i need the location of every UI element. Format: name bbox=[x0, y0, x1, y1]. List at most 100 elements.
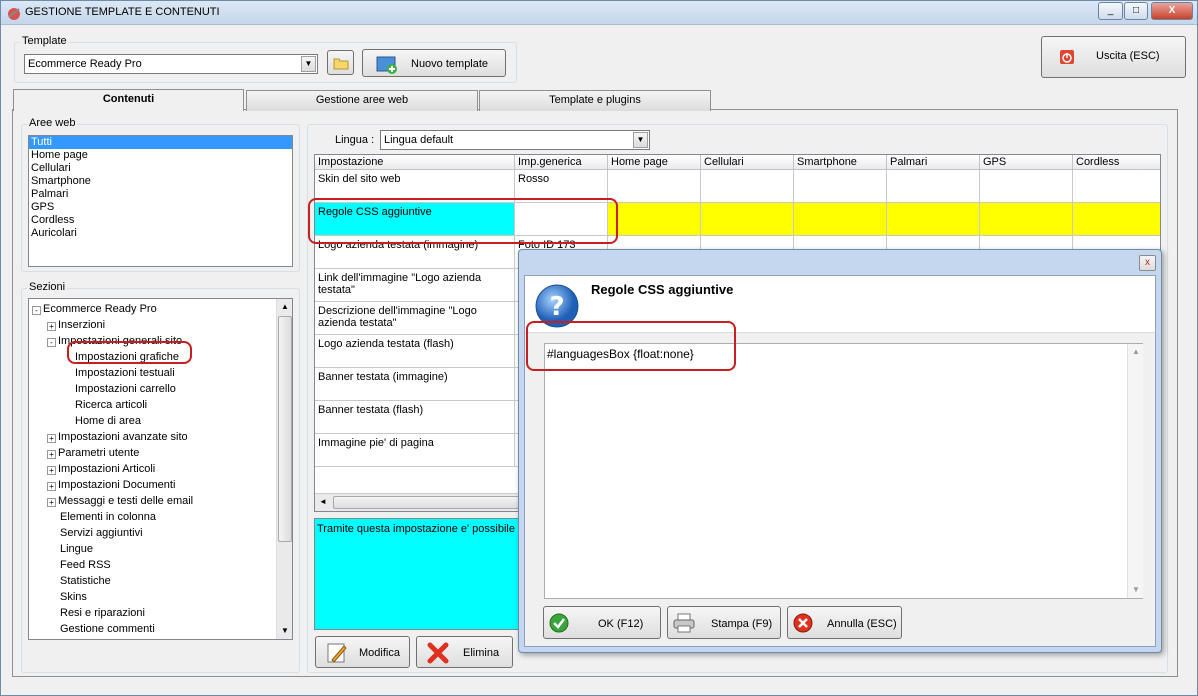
chevron-down-icon: ▼ bbox=[633, 132, 648, 148]
tree-item[interactable]: Impostazioni carrello bbox=[62, 382, 176, 396]
tree-item[interactable]: + Impostazioni Documenti bbox=[47, 478, 175, 492]
tree-item[interactable]: Feed RSS bbox=[47, 558, 111, 572]
grid-column-header[interactable]: Palmari bbox=[887, 155, 980, 170]
delete-x-icon bbox=[427, 642, 449, 664]
tree-item-label: Skins bbox=[60, 591, 87, 603]
tree-item[interactable]: Home di area bbox=[62, 414, 141, 428]
collapse-icon[interactable]: - bbox=[47, 338, 56, 347]
tree-item[interactable]: Gestione commenti bbox=[47, 622, 155, 636]
expand-icon[interactable]: + bbox=[47, 466, 56, 475]
exit-label: Uscita (ESC) bbox=[1096, 50, 1160, 62]
tree-item[interactable]: Impostazioni testuali bbox=[62, 366, 175, 380]
grid-setting-name[interactable]: Banner testata (flash) bbox=[315, 401, 515, 434]
scroll-down-icon: ▼ bbox=[1132, 585, 1140, 594]
aree-web-item[interactable]: Smartphone bbox=[29, 175, 292, 188]
tree-item[interactable]: Resi e riparazioni bbox=[47, 606, 145, 620]
expand-icon[interactable]: + bbox=[47, 434, 56, 443]
aree-web-item[interactable]: Tutti bbox=[29, 136, 292, 149]
grid-area-value[interactable] bbox=[701, 170, 794, 203]
tree-item-label: Impostazioni testuali bbox=[75, 367, 175, 379]
grid-area-value[interactable] bbox=[794, 203, 887, 236]
printer-icon bbox=[673, 613, 695, 633]
grid-area-value[interactable] bbox=[887, 203, 980, 236]
app-icon bbox=[8, 8, 20, 20]
grid-area-value[interactable] bbox=[980, 170, 1073, 203]
grid-area-value[interactable] bbox=[1073, 203, 1160, 236]
grid-column-header[interactable]: Cellulari bbox=[701, 155, 794, 170]
tab-contenuti[interactable]: Contenuti bbox=[13, 89, 244, 111]
expand-icon[interactable]: + bbox=[47, 482, 56, 491]
template-select-value: Ecommerce Ready Pro bbox=[28, 58, 142, 70]
tree-item[interactable]: Elementi in colonna bbox=[47, 510, 156, 524]
tree-item[interactable]: - Ecommerce Ready Pro bbox=[32, 302, 157, 316]
grid-setting-name[interactable]: Banner testata (immagine) bbox=[315, 368, 515, 401]
tab-gestione-aree-web[interactable]: Gestione aree web bbox=[246, 90, 478, 111]
grid-setting-name[interactable]: Immagine pie' di pagina bbox=[315, 434, 515, 467]
grid-area-value[interactable] bbox=[794, 170, 887, 203]
aree-web-item[interactable]: Home page bbox=[29, 149, 292, 162]
tree-item[interactable]: + Impostazioni avanzate sito bbox=[47, 430, 188, 444]
textarea-scrollbar[interactable]: ▲ ▼ bbox=[1127, 344, 1143, 598]
open-folder-button[interactable] bbox=[327, 50, 354, 75]
tree-item-label: Inserzioni bbox=[58, 319, 106, 331]
tree-item[interactable]: + Inserzioni bbox=[47, 318, 105, 332]
grid-setting-name[interactable]: Link dell'immagine "Logo azienda testata… bbox=[315, 269, 515, 302]
edit-icon bbox=[327, 643, 347, 663]
css-rules-textarea[interactable]: #languagesBox {float:none} ▲ ▼ bbox=[544, 343, 1143, 599]
scroll-left-icon: ◄ bbox=[319, 497, 327, 506]
lingua-select[interactable]: Lingua default ▼ bbox=[380, 130, 650, 150]
collapse-icon[interactable]: - bbox=[32, 306, 41, 315]
annulla-button[interactable]: Annulla (ESC) bbox=[787, 606, 902, 639]
close-button[interactable]: X bbox=[1151, 2, 1193, 20]
stampa-label: Stampa (F9) bbox=[711, 618, 773, 630]
aree-web-item[interactable]: Auricolari bbox=[29, 227, 292, 240]
folder-icon bbox=[333, 58, 349, 70]
grid-column-header[interactable]: Smartphone bbox=[794, 155, 887, 170]
template-select[interactable]: Ecommerce Ready Pro ▼ bbox=[24, 54, 318, 74]
check-icon bbox=[549, 613, 569, 633]
tree-item[interactable]: + Messaggi e testi delle email bbox=[47, 494, 193, 508]
tree-item[interactable]: + Impostazioni Articoli bbox=[47, 462, 155, 476]
tree-scrollbar[interactable]: ▲ ▼ bbox=[276, 299, 292, 639]
tree-scroll-thumb[interactable] bbox=[278, 316, 292, 542]
minimize-button[interactable]: _ bbox=[1098, 2, 1123, 20]
grid-column-header[interactable]: Imp.generica bbox=[515, 155, 608, 170]
grid-column-header[interactable]: Impostazione bbox=[315, 155, 515, 170]
exit-button[interactable]: Uscita (ESC) bbox=[1041, 36, 1186, 78]
grid-setting-name[interactable]: Logo azienda testata (flash) bbox=[315, 335, 515, 368]
grid-area-value[interactable] bbox=[608, 203, 701, 236]
stampa-button[interactable]: Stampa (F9) bbox=[667, 606, 781, 639]
dialog-close-button[interactable]: x bbox=[1139, 255, 1156, 271]
ok-button[interactable]: OK (F12) bbox=[543, 606, 661, 639]
grid-column-header[interactable]: Cordless bbox=[1073, 155, 1160, 170]
new-template-button[interactable]: Nuovo template bbox=[362, 49, 506, 77]
aree-web-item[interactable]: Cellulari bbox=[29, 162, 292, 175]
tree-item[interactable]: + Parametri utente bbox=[47, 446, 139, 460]
tree-item[interactable]: Servizi aggiuntivi bbox=[47, 526, 143, 540]
expand-icon[interactable]: + bbox=[47, 498, 56, 507]
tree-item[interactable]: Ricerca articoli bbox=[62, 398, 147, 412]
tab-template-plugins[interactable]: Template e plugins bbox=[479, 90, 711, 111]
grid-area-value[interactable] bbox=[887, 170, 980, 203]
aree-web-item[interactable]: Palmari bbox=[29, 188, 292, 201]
aree-web-item[interactable]: GPS bbox=[29, 201, 292, 214]
grid-column-header[interactable]: GPS bbox=[980, 155, 1073, 170]
modifica-button[interactable]: Modifica bbox=[315, 636, 410, 668]
grid-area-value[interactable] bbox=[608, 170, 701, 203]
aree-web-item[interactable]: Cordless bbox=[29, 214, 292, 227]
expand-icon[interactable]: + bbox=[47, 450, 56, 459]
grid-setting-name[interactable]: Descrizione dell'immagine "Logo azienda … bbox=[315, 302, 515, 335]
tree-item[interactable]: Statistiche bbox=[47, 574, 111, 588]
tree-item-label: Impostazioni Documenti bbox=[58, 479, 176, 491]
maximize-button[interactable]: □ bbox=[1124, 2, 1148, 20]
grid-hscroll-thumb[interactable] bbox=[333, 496, 533, 509]
tree-item[interactable]: Lingue bbox=[47, 542, 93, 556]
grid-area-value[interactable] bbox=[1073, 170, 1160, 203]
elimina-button[interactable]: Elimina bbox=[416, 636, 513, 668]
expand-icon[interactable]: + bbox=[47, 322, 56, 331]
grid-column-header[interactable]: Home page bbox=[608, 155, 701, 170]
grid-area-value[interactable] bbox=[701, 203, 794, 236]
tree-item[interactable]: Skins bbox=[47, 590, 87, 604]
aree-web-list[interactable]: Tutti Home page Cellulari Smartphone Palmari… bbox=[28, 135, 293, 267]
grid-area-value[interactable] bbox=[980, 203, 1073, 236]
